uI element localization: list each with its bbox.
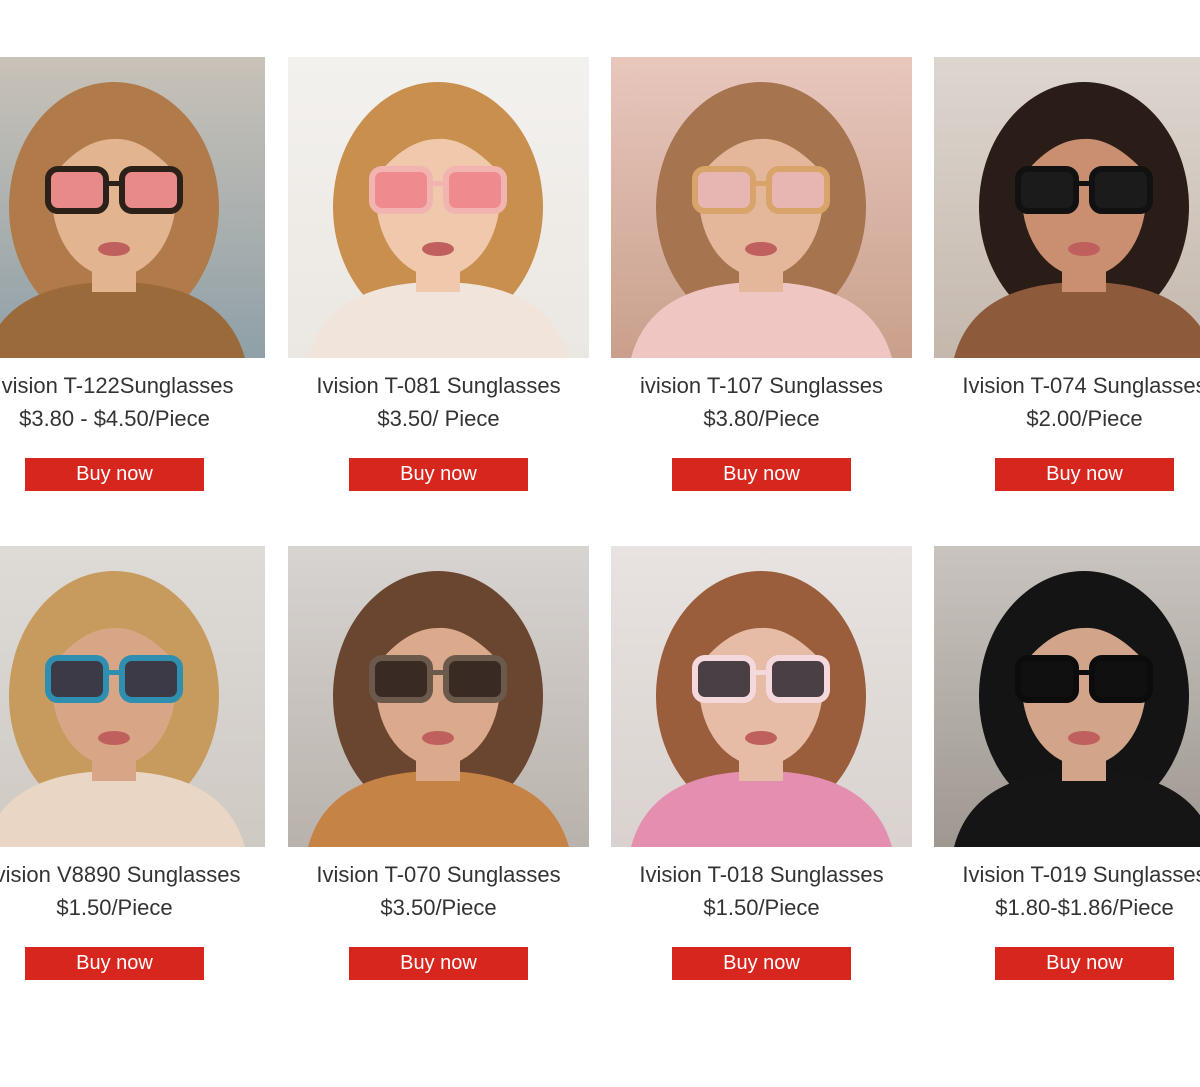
buy-now-button[interactable]: Buy now: [25, 458, 204, 491]
product-photo[interactable]: [0, 546, 265, 847]
model-portrait: [934, 546, 1200, 847]
product-photo[interactable]: [934, 546, 1200, 847]
product-photo[interactable]: [288, 546, 589, 847]
product-price: $3.80 - $4.50/Piece: [19, 406, 210, 431]
model-portrait: [288, 57, 589, 358]
product-title[interactable]: ivision T-107 Sunglasses: [591, 373, 932, 399]
product-price: $1.80-$1.86/Piece: [995, 895, 1174, 920]
product-photo[interactable]: [0, 57, 265, 358]
buy-now-button[interactable]: Buy now: [672, 458, 851, 491]
product-price: $3.80/Piece: [703, 406, 820, 431]
product-title[interactable]: Ivision T-070 Sunglasses: [268, 862, 609, 888]
buy-now-button[interactable]: Buy now: [672, 947, 851, 980]
product-card: Ivision T-122Sunglasses $3.80 - $4.50/Pi…: [0, 57, 265, 497]
buy-now-button[interactable]: Buy now: [995, 458, 1174, 491]
product-card: Ivision T-018 Sunglasses $1.50/Piece Buy…: [611, 546, 912, 986]
model-portrait: [0, 546, 265, 847]
product-card: Ivision T-081 Sunglasses $3.50/ Piece Bu…: [288, 57, 589, 497]
product-price: $1.50/Piece: [56, 895, 173, 920]
product-card: ivision T-107 Sunglasses $3.80/Piece Buy…: [611, 57, 912, 497]
product-photo[interactable]: [288, 57, 589, 358]
product-title[interactable]: Ivision V8890 Sunglasses: [0, 862, 285, 888]
buy-now-button[interactable]: Buy now: [349, 947, 528, 980]
model-portrait: [611, 546, 912, 847]
product-card: Ivision T-019 Sunglasses $1.80-$1.86/Pie…: [934, 546, 1200, 986]
product-title[interactable]: Ivision T-074 Sunglasses: [914, 373, 1200, 399]
model-portrait: [611, 57, 912, 358]
product-title[interactable]: Ivision T-122Sunglasses: [0, 373, 285, 399]
product-price: $2.00/Piece: [1026, 406, 1143, 431]
product-grid: Ivision T-122Sunglasses $3.80 - $4.50/Pi…: [0, 0, 1200, 1087]
product-price: $3.50/ Piece: [377, 406, 500, 431]
product-card: Ivision V8890 Sunglasses $1.50/Piece Buy…: [0, 546, 265, 986]
model-portrait: [288, 546, 589, 847]
product-title[interactable]: Ivision T-081 Sunglasses: [268, 373, 609, 399]
product-title[interactable]: Ivision T-019 Sunglasses: [914, 862, 1200, 888]
model-portrait: [934, 57, 1200, 358]
product-photo[interactable]: [611, 546, 912, 847]
product-title[interactable]: Ivision T-018 Sunglasses: [591, 862, 932, 888]
product-price: $1.50/Piece: [703, 895, 820, 920]
buy-now-button[interactable]: Buy now: [349, 458, 528, 491]
product-card: Ivision T-070 Sunglasses $3.50/Piece Buy…: [288, 546, 589, 986]
product-card: Ivision T-074 Sunglasses $2.00/Piece Buy…: [934, 57, 1200, 497]
buy-now-button[interactable]: Buy now: [995, 947, 1174, 980]
product-photo[interactable]: [934, 57, 1200, 358]
buy-now-button[interactable]: Buy now: [25, 947, 204, 980]
product-price: $3.50/Piece: [380, 895, 497, 920]
model-portrait: [0, 57, 265, 358]
product-photo[interactable]: [611, 57, 912, 358]
